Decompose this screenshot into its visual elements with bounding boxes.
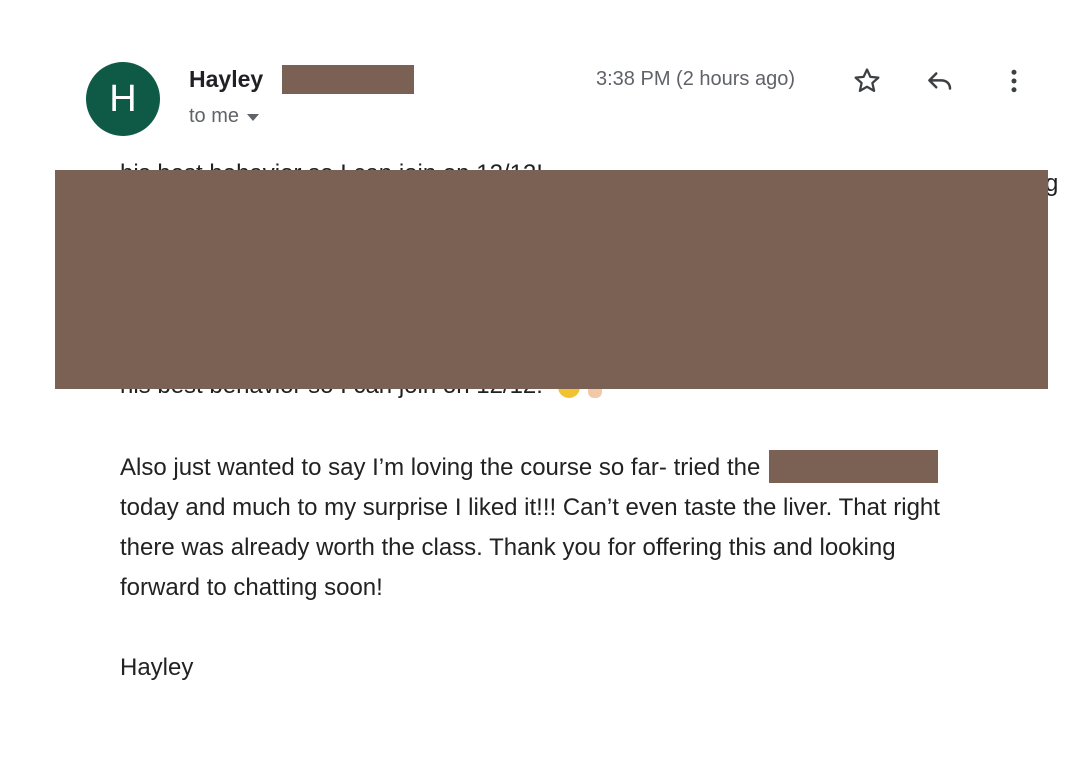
- recipient-details-toggle[interactable]: to me: [189, 105, 260, 128]
- reply-icon: [928, 72, 952, 90]
- message-line: forward to chatting soon!: [120, 574, 383, 601]
- star-button[interactable]: [848, 62, 886, 100]
- more-options-button[interactable]: [995, 62, 1033, 100]
- email-view: H Hayley to me 3:38 PM (2 hours ago) his…: [0, 0, 1080, 780]
- redacted-inline-text: [769, 450, 939, 483]
- sender-avatar[interactable]: H: [86, 62, 160, 136]
- sender-name[interactable]: Hayley: [189, 66, 263, 93]
- signoff: Hayley: [120, 654, 194, 681]
- dropdown-caret-icon: [247, 114, 260, 121]
- message-line-text: Also just wanted to say I’m loving the c…: [120, 454, 761, 481]
- recipient-label: to me: [189, 105, 240, 127]
- message-paragraph: Also just wanted to say I’m loving the c…: [120, 448, 1050, 608]
- message-line: there was already worth the class. Thank…: [120, 534, 896, 561]
- star-icon: [854, 68, 880, 92]
- more-vert-icon: [1011, 69, 1017, 93]
- email-timestamp: 3:38 PM (2 hours ago): [596, 68, 795, 90]
- redacted-surname: [282, 65, 414, 94]
- reply-button[interactable]: [921, 62, 959, 100]
- redacted-message-block: [55, 170, 1048, 389]
- message-line: today and much to my surprise I liked it…: [120, 494, 940, 521]
- message-line: Also just wanted to say I’m loving the c…: [120, 448, 1050, 488]
